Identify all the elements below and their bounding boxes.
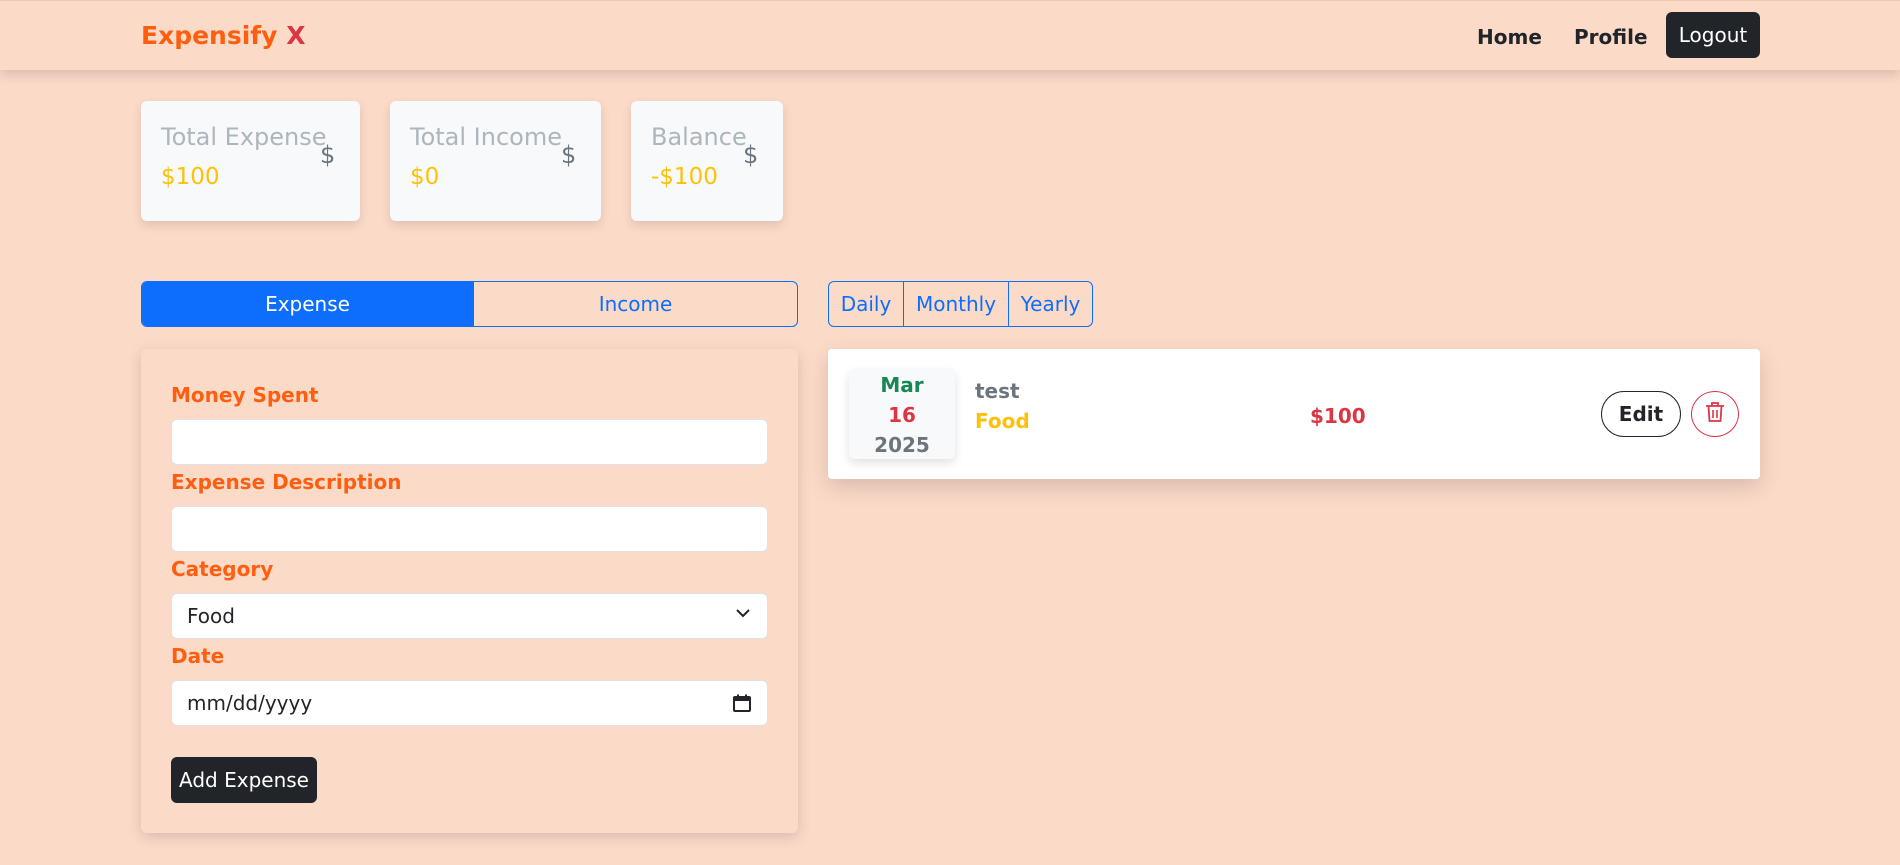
navbar: Expensify X Home Profile Logout [0,0,1900,70]
money-spent-label: Money Spent [171,383,319,407]
dollar-icon: $ [320,141,336,169]
stat-label: Total Income [410,123,562,151]
date-day: 16 [888,403,916,427]
balance-card: Balance -$100 $ [631,101,783,221]
money-spent-input[interactable] [171,419,768,465]
date-input[interactable]: mm/dd/yyyy [171,680,768,726]
expense-description-input[interactable] [171,506,768,552]
stat-label: Balance [651,123,747,151]
transaction-card: Mar 16 2025 test Food $100 Edit [828,349,1760,479]
category-select[interactable]: Food [171,593,768,639]
brand-name: Expensify [141,21,278,50]
stat-value: -$100 [651,164,718,190]
category-label: Category [171,557,274,581]
category-selected-value: Food [187,604,235,628]
tab-income[interactable]: Income [473,282,797,326]
total-income-card: Total Income $0 $ [390,101,601,221]
nav-profile-link[interactable]: Profile [1574,25,1648,49]
period-filter: Daily Monthly Yearly [828,281,1093,327]
logout-button[interactable]: Logout [1666,12,1760,58]
delete-button[interactable] [1691,391,1739,437]
chevron-down-icon [735,605,751,626]
dollar-icon: $ [743,141,759,169]
date-placeholder: mm/dd/yyyy [187,691,313,715]
date-month: Mar [880,373,924,397]
expense-form: Money Spent Expense Description Category… [141,349,798,833]
edit-button[interactable]: Edit [1601,391,1681,437]
add-expense-button[interactable]: Add Expense [171,757,317,803]
transaction-amount: $100 [1310,404,1366,428]
expense-income-toggle: Expense Income [141,281,798,327]
period-monthly-button[interactable]: Monthly [904,281,1009,327]
brand-logo[interactable]: Expensify X [141,21,305,50]
date-year: 2025 [874,433,930,457]
calendar-icon[interactable] [733,693,751,712]
stat-value: $100 [161,164,220,190]
nav-home-link[interactable]: Home [1477,25,1542,49]
date-label: Date [171,644,225,668]
stat-value: $0 [410,164,440,190]
total-expense-card: Total Expense $100 $ [141,101,360,221]
dollar-icon: $ [561,141,577,169]
period-yearly-button[interactable]: Yearly [1009,281,1093,327]
transaction-description: test [975,379,1020,403]
expense-description-label: Expense Description [171,470,402,494]
period-daily-button[interactable]: Daily [828,281,904,327]
tab-expense[interactable]: Expense [142,282,473,326]
transaction-category: Food [975,409,1030,433]
stat-label: Total Expense [161,123,327,151]
trash-icon [1705,401,1725,427]
transaction-date: Mar 16 2025 [849,369,955,459]
brand-x: X [286,21,306,50]
